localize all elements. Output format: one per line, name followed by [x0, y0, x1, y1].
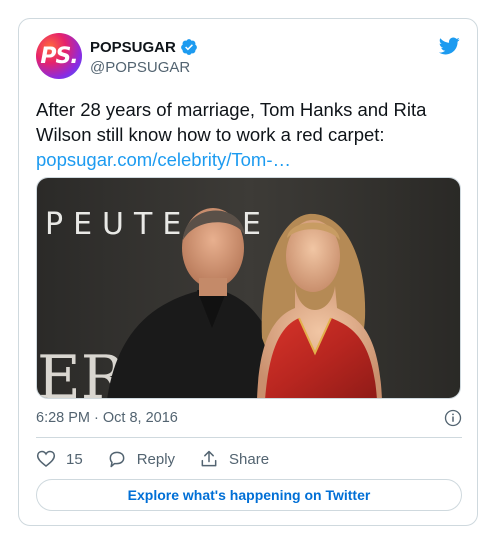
info-icon[interactable] — [444, 409, 462, 427]
avatar[interactable]: PS. — [36, 33, 82, 79]
divider — [36, 437, 462, 438]
heart-icon — [36, 450, 56, 468]
timestamp[interactable]: 6:28 PM · Oct 8, 2016 — [36, 410, 178, 426]
tweet-body: After 28 years of marriage, Tom Hanks an… — [36, 99, 427, 145]
share-button[interactable]: Share — [199, 449, 269, 469]
backdrop-text: PEUTE — [45, 207, 191, 242]
handle[interactable]: @POPSUGAR — [90, 59, 198, 76]
author-names[interactable]: POPSUGAR @POPSUGAR — [90, 37, 198, 76]
reply-button[interactable]: Reply — [107, 449, 175, 469]
tweet-text: After 28 years of marriage, Tom Hanks an… — [36, 97, 466, 172]
avatar-text: PS. — [40, 43, 78, 69]
like-count: 15 — [66, 450, 83, 468]
share-label: Share — [229, 450, 270, 468]
tweet-link[interactable]: popsugar.com/celebrity/Tom-… — [36, 147, 466, 172]
display-name[interactable]: POPSUGAR — [90, 39, 176, 56]
tweet-card[interactable]: PS. POPSUGAR @POPSUGAR After 28 years of… — [18, 18, 478, 526]
share-icon — [201, 450, 217, 467]
reply-bubble-icon — [109, 451, 125, 468]
tweet-photo[interactable]: PEUTE E ER — [36, 177, 461, 399]
tweet-header: PS. POPSUGAR @POPSUGAR — [36, 33, 462, 89]
photo-illustration: PEUTE E ER — [37, 178, 460, 398]
meta-row: 6:28 PM · Oct 8, 2016 — [36, 405, 462, 431]
like-button[interactable]: 15 — [36, 449, 83, 469]
explore-button[interactable]: Explore what's happening on Twitter — [36, 479, 462, 511]
verified-badge-icon — [180, 39, 197, 55]
twitter-bird-icon[interactable] — [436, 35, 462, 57]
backdrop-letter: E — [242, 207, 261, 242]
man-neck — [199, 278, 227, 296]
action-bar: 15 Reply Share — [36, 447, 293, 471]
reply-label: Reply — [136, 450, 176, 468]
